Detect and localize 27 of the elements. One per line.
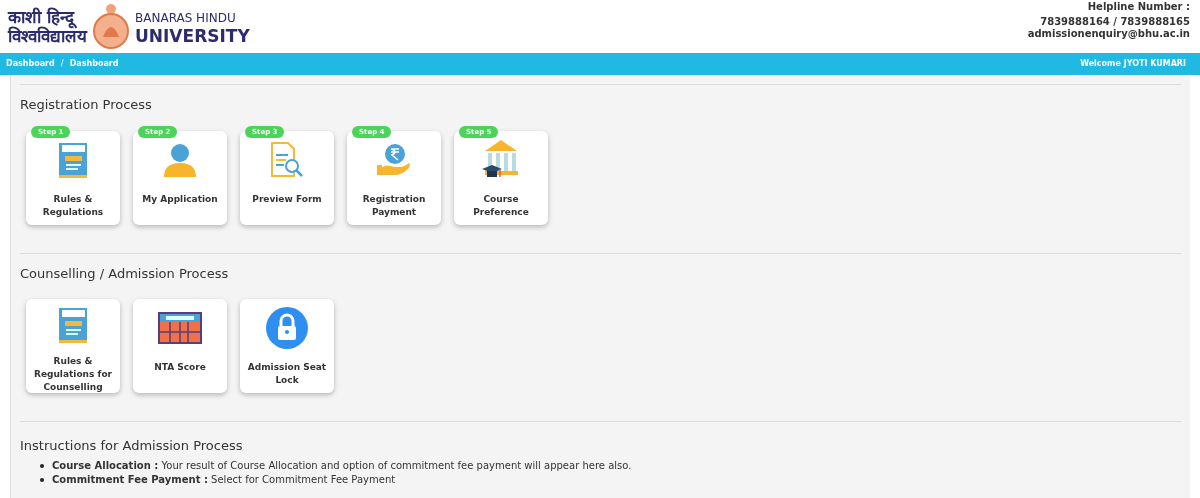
instruction-text: Course Allocation : Your result of Course Allocation and option of commitment fee payment will appear here also.: [52, 458, 632, 473]
score-table-icon: [158, 312, 202, 344]
logo-hindi-text: काशी हिन्दू: [8, 8, 87, 27]
section-title: Registration Process: [20, 96, 153, 114]
rupee-hand-icon: [376, 142, 412, 177]
section-title: Counselling / Admission Process: [20, 264, 230, 283]
helpline-email: admissionenquiry@bhu.ac.in: [1027, 28, 1190, 40]
person-icon: [163, 142, 197, 177]
helpline-phones: 7839888164 / 7839888165: [1040, 16, 1190, 28]
rule-book-icon: [58, 307, 88, 343]
bullet-icon: [40, 477, 44, 482]
process-card[interactable]: Admission Seat Lock: [240, 299, 334, 393]
process-card[interactable]: Rules & Regulations for Counselling: [26, 299, 120, 393]
welcome-text: Welcome JYOTI KUMARI: [1080, 58, 1187, 70]
section-title: Instructions for Admission Process: [20, 437, 244, 455]
logo-english-text: BANARAS HINDU: [135, 10, 237, 27]
process-card[interactable]: NTA Score: [133, 299, 227, 393]
bullet-icon: [40, 463, 44, 468]
rule-book-icon: [58, 141, 88, 178]
university-emblem-icon: [93, 3, 129, 51]
logo-hindi-text: विश्वविद्यालय: [8, 27, 87, 46]
logo-english-text: UNIVERSITY: [135, 27, 250, 45]
lock-icon: [266, 307, 308, 349]
document-magnifier-icon: [270, 141, 304, 178]
breadcrumb-separator: /: [60, 58, 64, 70]
instruction-text: Commitment Fee Payment : Select for Commitment Fee Payment: [52, 472, 396, 487]
helpline-label: Helpline Number :: [1087, 1, 1190, 13]
